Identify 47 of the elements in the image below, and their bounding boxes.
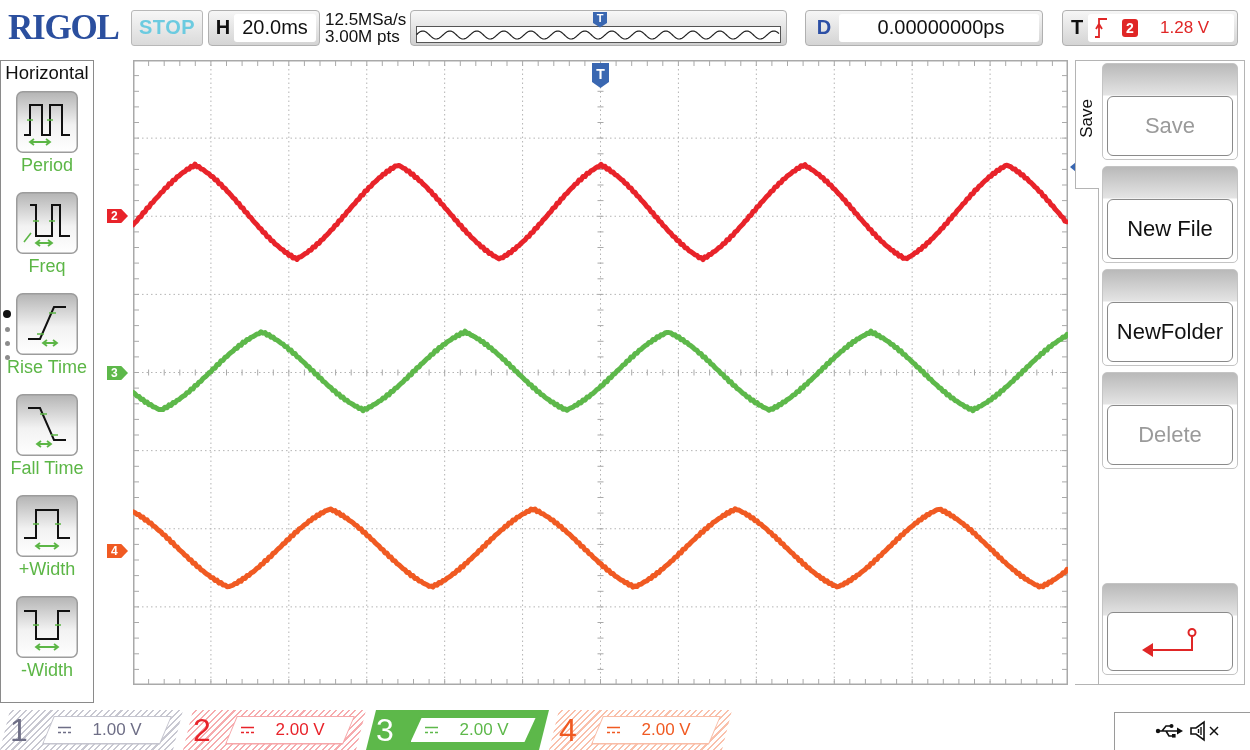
negative-pulse-icon xyxy=(16,596,78,658)
dc-coupling-icon xyxy=(57,726,71,734)
channel-tab[interactable]: 4 2.00 V xyxy=(549,710,732,750)
channel-scale: 2.00 V xyxy=(641,720,691,740)
channel-tab[interactable]: 1 1.00 V xyxy=(0,710,183,750)
rising-edge-icon xyxy=(16,293,78,355)
measure-button[interactable]: -Width xyxy=(1,596,93,697)
channel-scale: 2.00 V xyxy=(459,720,509,740)
rising-edge-icon xyxy=(1094,17,1108,38)
timebase-label: H xyxy=(214,16,232,39)
measure-button[interactable]: Period xyxy=(1,91,93,192)
brand-logo: RIGOL xyxy=(8,9,120,46)
falling-edge-icon xyxy=(16,394,78,456)
sample-rate: 12.5MSa/s xyxy=(325,10,405,28)
channel-marker: 3 xyxy=(107,366,128,380)
memory-depth: 3.00M pts xyxy=(325,27,401,45)
measure-button[interactable]: Fall Time xyxy=(1,394,93,495)
dc-coupling-icon xyxy=(240,726,254,734)
channel-scale: 2.00 V xyxy=(275,720,325,740)
softkey-button[interactable]: New File xyxy=(1102,166,1238,263)
trigger-label: T xyxy=(1069,16,1085,39)
softkey-button[interactable]: NewFolder xyxy=(1102,269,1238,366)
dc-coupling-icon xyxy=(424,726,438,734)
square-pulses-icon xyxy=(16,91,78,153)
timebase-value: 20.0ms xyxy=(234,13,316,42)
trigger-level: 1.28 V xyxy=(1160,17,1210,38)
channel-marker: 2 xyxy=(107,209,128,223)
measure-button[interactable]: +Width xyxy=(1,495,93,596)
back-softkey-button[interactable] xyxy=(1102,583,1238,675)
delay-value: 0.00000000ps xyxy=(839,13,1039,42)
trigger-source-badge: 2 xyxy=(1122,18,1138,37)
usb-icon xyxy=(1155,723,1183,739)
square-pulses-icon xyxy=(16,192,78,254)
channel-marker: 4 xyxy=(107,544,128,558)
overview-trigger-marker: T xyxy=(593,11,607,28)
positive-pulse-icon xyxy=(16,495,78,557)
channel-tab[interactable]: 2 2.00 V xyxy=(183,710,366,750)
delay-label: D xyxy=(815,16,833,39)
channel-tab[interactable]: 3 2.00 V xyxy=(366,710,549,750)
measure-button[interactable]: Freq xyxy=(1,192,93,293)
return-arrow-icon xyxy=(1141,626,1199,657)
measure-button[interactable]: Rise Time xyxy=(1,293,93,394)
menu-title: Horizontal xyxy=(5,61,89,85)
run-status: STOP xyxy=(131,9,203,46)
channel-scale: 1.00 V xyxy=(92,720,142,740)
menu-title: Save xyxy=(1078,99,1096,138)
dc-coupling-icon xyxy=(606,726,620,734)
